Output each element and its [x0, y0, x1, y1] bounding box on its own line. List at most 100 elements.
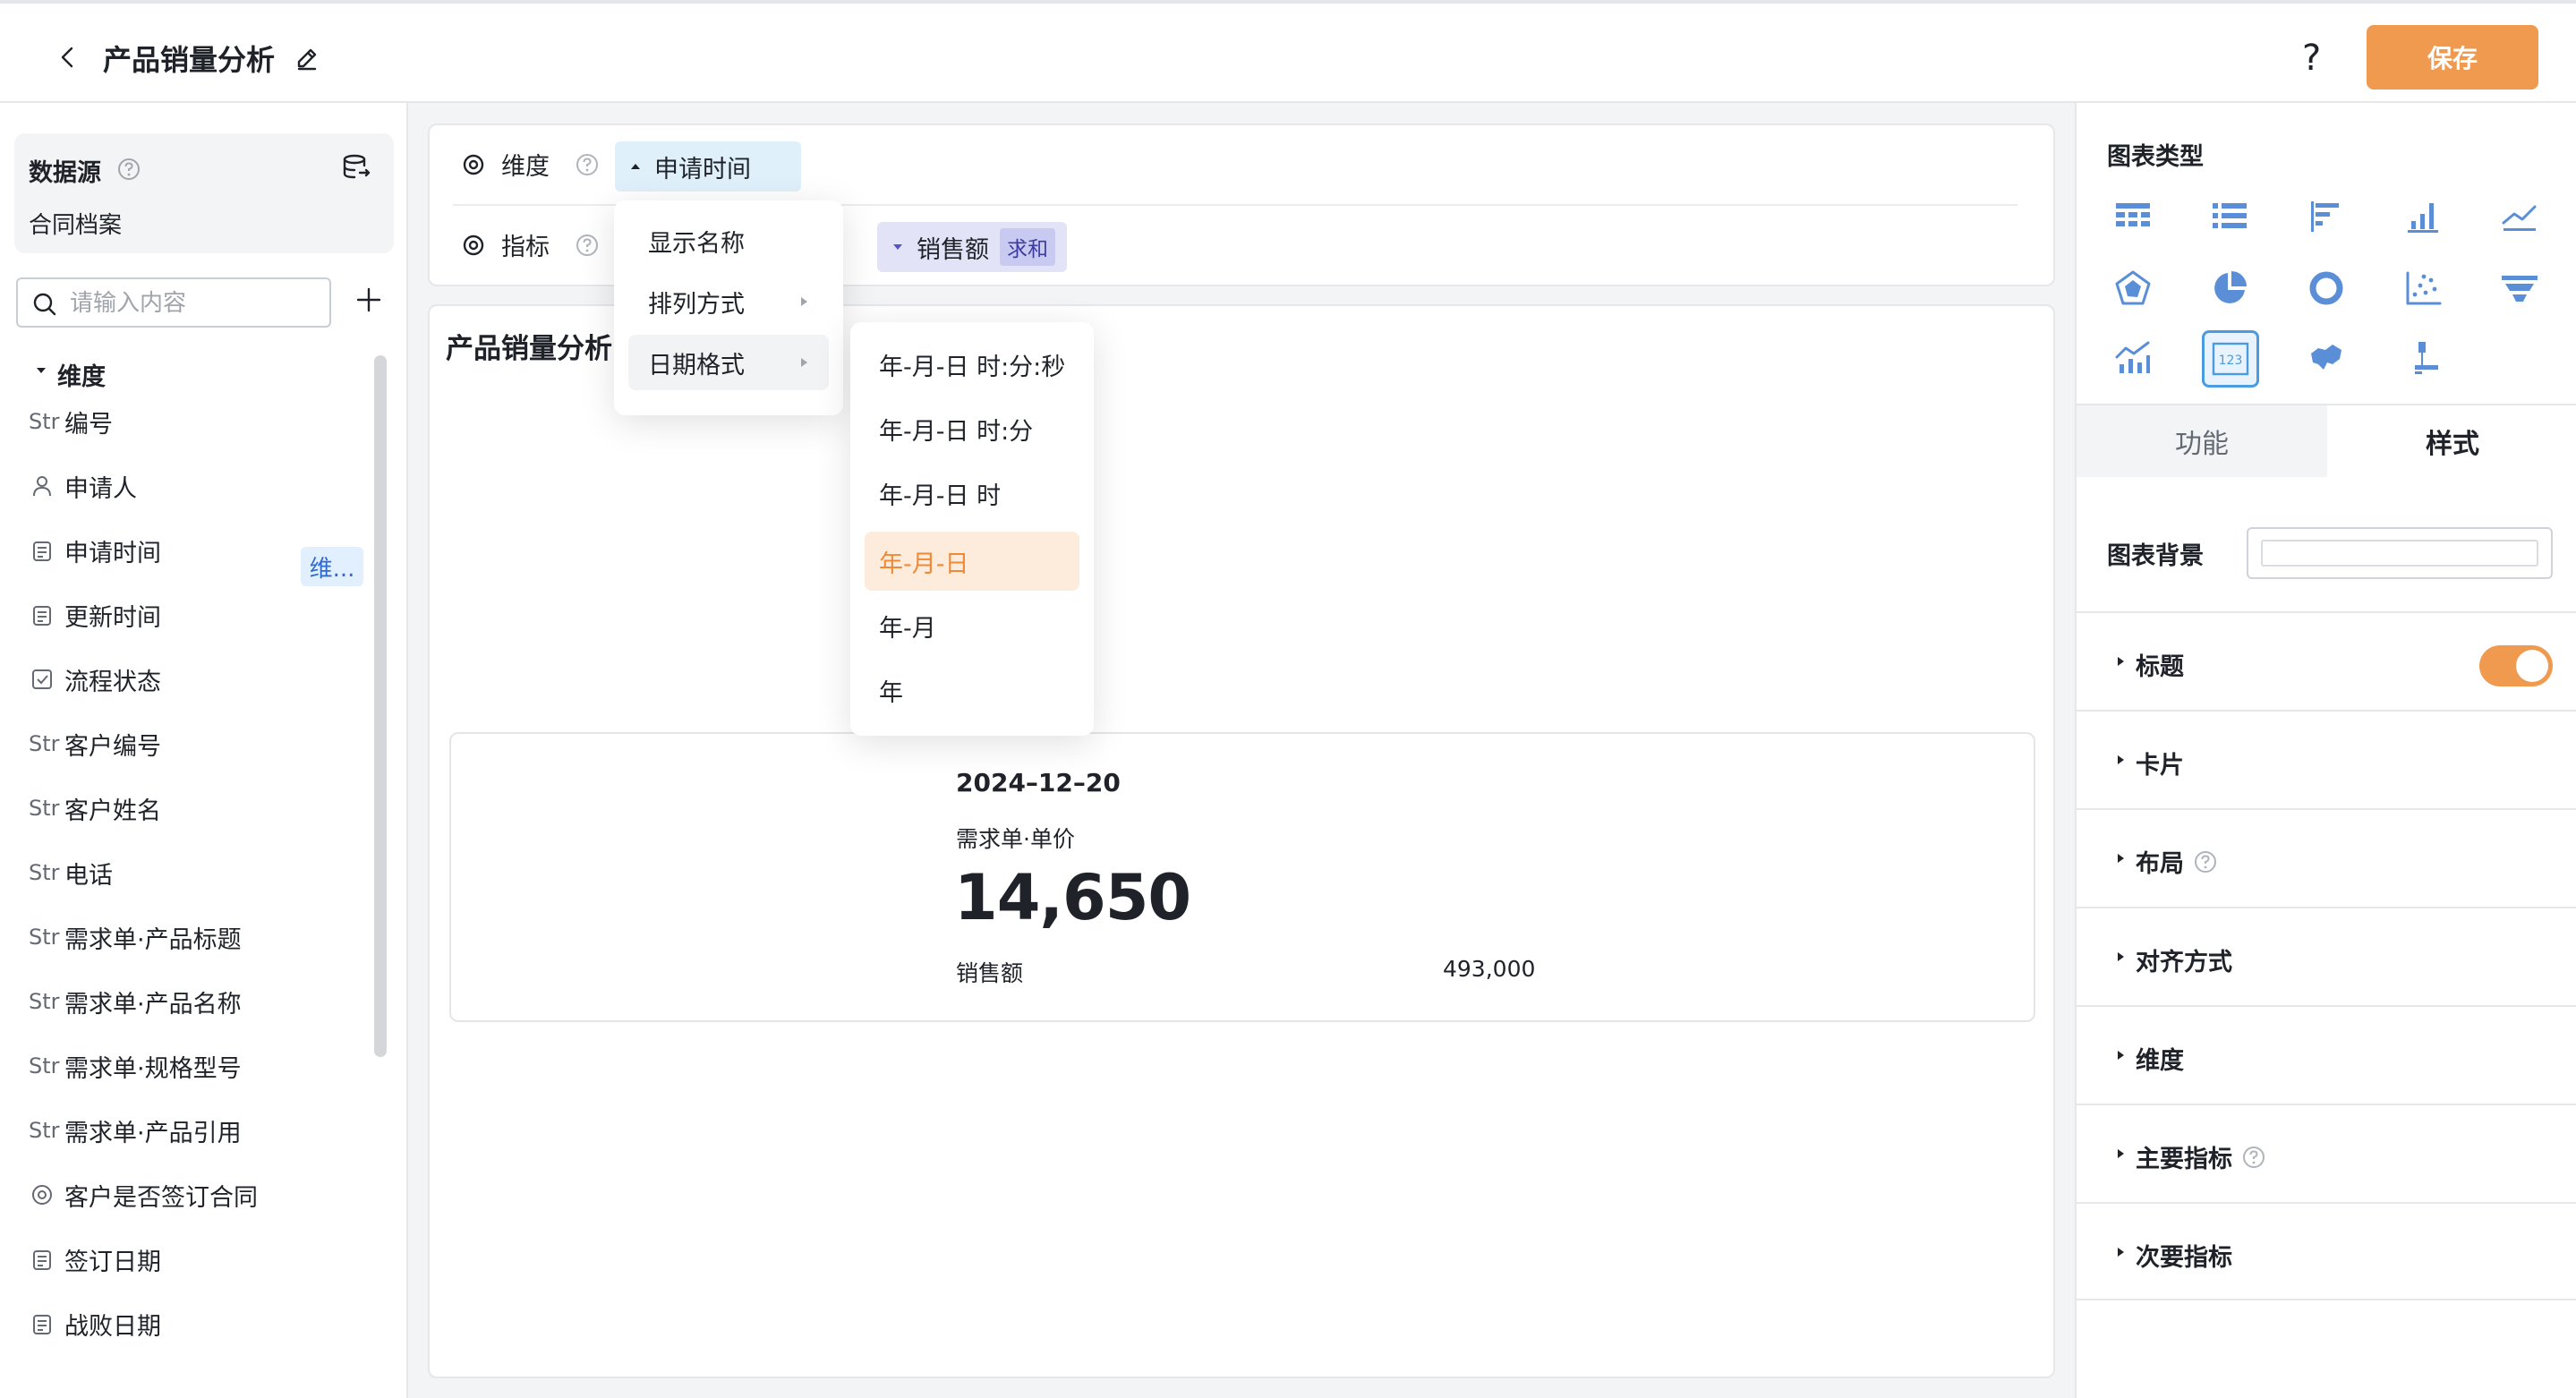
- tab-style[interactable]: 样式: [2327, 405, 2576, 477]
- main-metric-value: 14,650: [954, 861, 1191, 934]
- question-icon[interactable]: [2241, 1145, 2266, 1170]
- field-item[interactable]: 更新时间: [29, 592, 161, 638]
- add-field-icon[interactable]: [351, 282, 387, 318]
- date-format-option[interactable]: 年-月-日 时: [865, 464, 1079, 523]
- map-icon[interactable]: [2300, 332, 2352, 384]
- dimension-group-label[interactable]: 维度: [57, 357, 106, 392]
- datasource-card: 数据源 合同档案: [14, 133, 394, 253]
- date-format-option[interactable]: 年-月: [865, 596, 1079, 655]
- field-item[interactable]: 申请时间: [29, 527, 161, 574]
- field-label: 客户编号: [64, 732, 161, 761]
- table-icon[interactable]: [2107, 191, 2159, 243]
- section-dimension[interactable]: 维度: [2077, 1005, 2576, 1104]
- field-item[interactable]: 战败日期: [29, 1300, 161, 1347]
- secondary-metric-label: 销售额: [956, 960, 1024, 986]
- field-item[interactable]: Str 需求单·规格型号: [29, 1043, 242, 1089]
- back-icon[interactable]: [52, 41, 84, 73]
- scrollbar[interactable]: [374, 355, 387, 1057]
- question-icon[interactable]: [2193, 849, 2218, 874]
- date-format-option-selected[interactable]: 年-月-日: [865, 532, 1079, 591]
- calendar-icon: [29, 1309, 64, 1338]
- radar-icon[interactable]: [2107, 262, 2159, 314]
- aggregation-badge[interactable]: 求和: [1000, 228, 1055, 266]
- pie-icon[interactable]: [2204, 262, 2256, 314]
- database-switch-icon[interactable]: [340, 151, 372, 183]
- menu-item-date-format[interactable]: 日期格式: [628, 335, 829, 390]
- field-label: 需求单·规格型号: [64, 1054, 242, 1083]
- tree-icon[interactable]: [2397, 332, 2449, 384]
- datasource-title: 数据源: [29, 159, 101, 187]
- section-main-metric[interactable]: 主要指标: [2077, 1104, 2576, 1202]
- section-label: 标题: [2136, 653, 2184, 681]
- color-swatch: [2261, 540, 2538, 567]
- field-label: 客户姓名: [64, 797, 161, 825]
- help-icon[interactable]: ?: [2302, 38, 2321, 79]
- field-search[interactable]: [16, 277, 331, 328]
- funnel-icon[interactable]: [2494, 262, 2546, 314]
- field-item[interactable]: Str 编号: [29, 398, 113, 445]
- menu-item-sort[interactable]: 排列方式: [628, 274, 829, 329]
- search-input[interactable]: [70, 286, 320, 320]
- dimension-icon: [463, 154, 484, 175]
- title-toggle[interactable]: [2479, 645, 2553, 686]
- section-title[interactable]: 标题: [2077, 611, 2576, 710]
- list-icon[interactable]: [2204, 191, 2256, 243]
- field-label: 更新时间: [64, 603, 161, 632]
- caret-down-icon: [893, 244, 902, 250]
- field-label: 电话: [64, 861, 113, 890]
- measure-pill[interactable]: 销售额 求和: [877, 222, 1067, 272]
- date-format-option[interactable]: 年-月-日 时:分:秒: [865, 335, 1079, 394]
- field-item[interactable]: 申请人: [29, 463, 137, 509]
- menu-item-label: 显示名称: [648, 229, 745, 258]
- horizontal-bar-icon[interactable]: [2300, 191, 2352, 243]
- measure-label: 指标: [501, 234, 550, 261]
- tab-function[interactable]: 功能: [2077, 405, 2327, 477]
- top-bar: 产品销量分析 ? 保存: [0, 0, 2576, 103]
- field-label: 申请时间: [64, 539, 161, 567]
- combo-chart-icon[interactable]: [2107, 332, 2159, 384]
- field-item[interactable]: Str 客户姓名: [29, 785, 161, 831]
- right-panel: 图表类型 123 功能 样式 图表背景 标题 卡片 布局 对齐方式 维度 主要指…: [2075, 103, 2576, 1398]
- menu-item-display-name[interactable]: 显示名称: [628, 213, 829, 269]
- dimension-context-menu: 显示名称 排列方式 日期格式: [614, 200, 843, 415]
- search-icon: [33, 293, 56, 316]
- indicator-card[interactable]: 2024–12–20 需求单·单价 14,650 销售额 493,000: [449, 732, 2035, 1022]
- section-alignment[interactable]: 对齐方式: [2077, 907, 2576, 1005]
- section-secondary-metric[interactable]: 次要指标: [2077, 1202, 2576, 1300]
- card-date: 2024–12–20: [956, 768, 1121, 797]
- section-layout[interactable]: 布局: [2077, 808, 2576, 907]
- field-item[interactable]: Str 需求单·产品引用: [29, 1107, 242, 1154]
- calendar-icon: [29, 601, 64, 629]
- calendar-icon: [29, 536, 64, 565]
- date-format-option[interactable]: 年: [865, 661, 1079, 720]
- scatter-icon[interactable]: [2397, 262, 2449, 314]
- dimension-pill-label: 申请时间: [654, 155, 751, 183]
- bar-chart-icon[interactable]: [2397, 191, 2449, 243]
- question-icon[interactable]: [575, 152, 600, 177]
- section-card[interactable]: 卡片: [2077, 710, 2576, 808]
- field-item[interactable]: Str 需求单·产品标题: [29, 914, 242, 960]
- edit-title-icon[interactable]: [292, 43, 322, 73]
- date-format-option[interactable]: 年-月-日 时:分: [865, 399, 1079, 458]
- save-button[interactable]: 保存: [2367, 25, 2538, 90]
- field-label: 编号: [64, 410, 113, 439]
- section-label: 主要指标: [2136, 1146, 2232, 1173]
- question-icon[interactable]: [575, 233, 600, 258]
- field-item[interactable]: Str 需求单·产品名称: [29, 978, 242, 1025]
- line-chart-icon[interactable]: [2494, 191, 2546, 243]
- field-item[interactable]: 流程状态: [29, 656, 161, 703]
- menu-item-label: 排列方式: [648, 290, 745, 319]
- field-item[interactable]: Str 客户编号: [29, 720, 161, 767]
- indicator-card-icon[interactable]: 123: [2202, 330, 2259, 388]
- dimension-pill[interactable]: 申请时间: [615, 141, 801, 192]
- question-icon[interactable]: [116, 157, 141, 182]
- collapse-triangle-icon[interactable]: [36, 365, 47, 376]
- field-item[interactable]: 客户是否签订合同: [29, 1172, 258, 1218]
- toggle-knob: [2516, 650, 2548, 682]
- datasource-name: 合同档案: [29, 212, 123, 239]
- donut-icon[interactable]: [2300, 262, 2352, 314]
- field-item[interactable]: Str 电话: [29, 849, 113, 896]
- chart-canvas: 产品销量分析 2024–12–20 需求单·单价 14,650 销售额 493,…: [428, 304, 2055, 1378]
- chart-background-color-picker[interactable]: [2247, 527, 2553, 579]
- field-item[interactable]: 签订日期: [29, 1236, 161, 1283]
